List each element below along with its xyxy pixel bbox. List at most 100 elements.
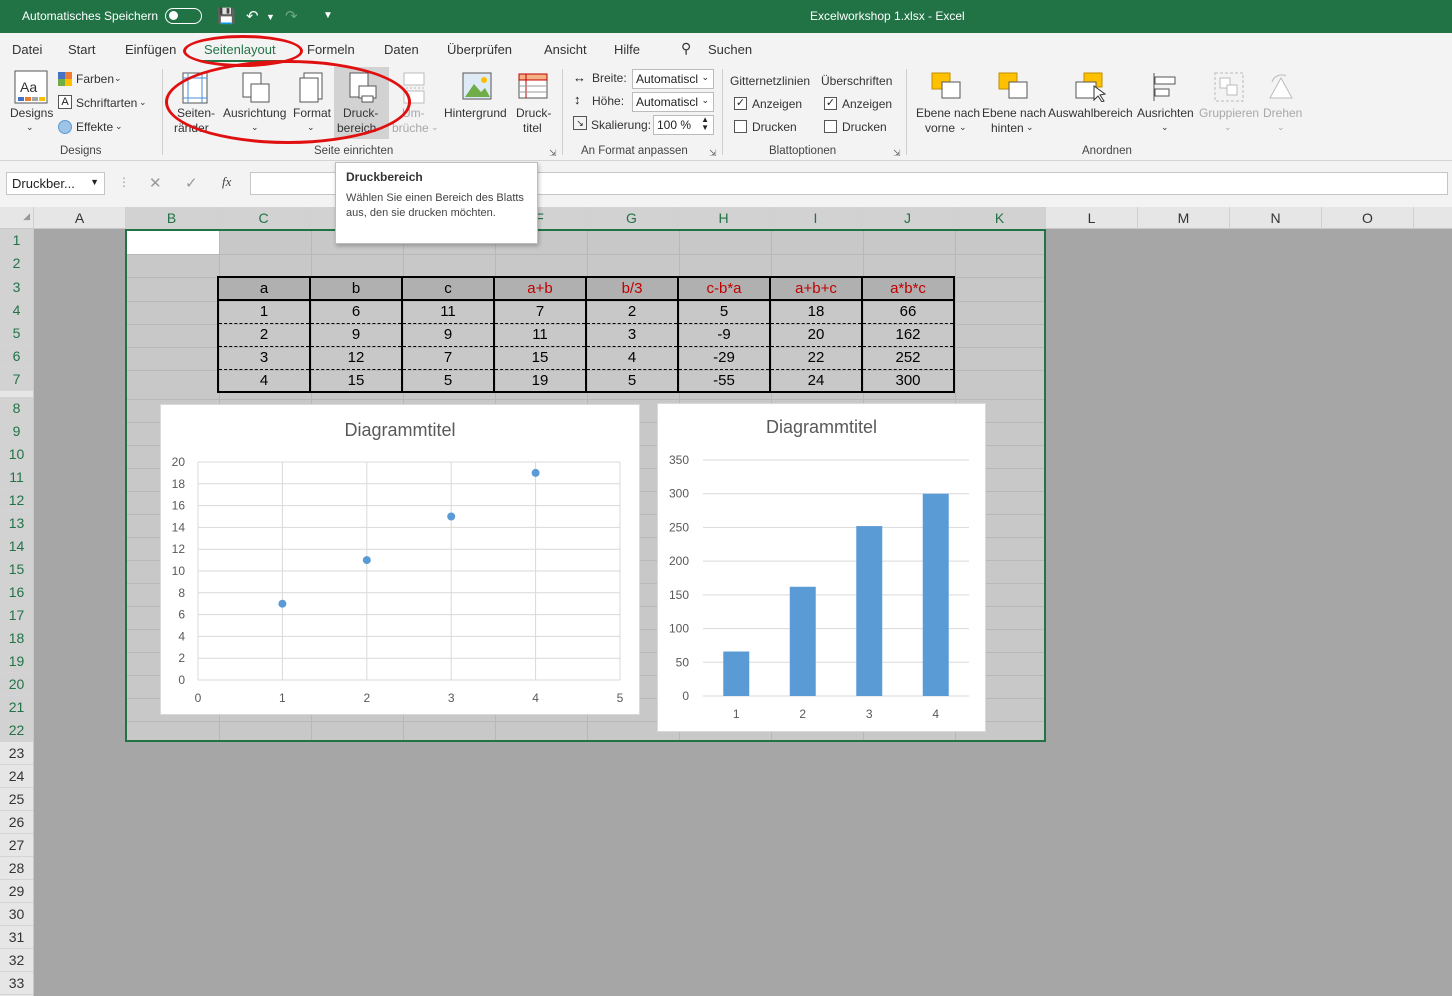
table-header-cell[interactable]: b	[309, 277, 402, 301]
gitternetz-drucken-checkbox[interactable]	[734, 120, 747, 133]
table-cell[interactable]: 18	[769, 300, 862, 324]
schriftarten-button[interactable]: Schriftarten	[76, 96, 137, 111]
row-header[interactable]: 24	[0, 765, 33, 788]
table-cell[interactable]: -29	[677, 346, 770, 370]
autosave-toggle[interactable]	[165, 8, 202, 24]
skalierung-spinner[interactable]: 100 % ▲ ▼	[653, 115, 714, 135]
ueberschriften-drucken-checkbox[interactable]	[824, 120, 837, 133]
table-cell[interactable]: 2	[217, 323, 310, 347]
print-titles-icon[interactable]	[518, 72, 550, 104]
hintergrund-button[interactable]: Hintergrund	[444, 106, 507, 121]
tab-ueberpruefen[interactable]: Überprüfen	[447, 42, 512, 57]
column-header[interactable]: H	[678, 207, 770, 229]
row-header[interactable]: 31	[0, 926, 33, 949]
table-cell[interactable]: 5	[677, 300, 770, 324]
tab-einfuegen[interactable]: Einfügen	[125, 42, 176, 57]
drucktitel-label-2[interactable]: titel	[523, 121, 542, 136]
table-header-cell[interactable]: a	[217, 277, 310, 301]
row-header[interactable]: 23	[0, 742, 33, 765]
table-header-cell[interactable]: a+b+c	[769, 277, 862, 301]
table-cell[interactable]: 9	[401, 323, 494, 347]
table-cell[interactable]: 7	[493, 300, 586, 324]
row-header[interactable]: 19	[0, 650, 33, 673]
table-cell[interactable]: 19	[493, 369, 586, 393]
table-cell[interactable]: 66	[861, 300, 954, 324]
bring-forward-icon[interactable]	[930, 72, 962, 102]
row-header[interactable]: 25	[0, 788, 33, 811]
table-cell[interactable]: 3	[217, 346, 310, 370]
ebene-hinten-label-2[interactable]: hinten	[991, 121, 1024, 136]
row-header[interactable]: 29	[0, 880, 33, 903]
active-cell[interactable]	[127, 231, 219, 254]
column-header[interactable]: I	[770, 207, 862, 229]
row-header[interactable]: 8	[0, 397, 33, 420]
row-header[interactable]: 13	[0, 512, 33, 535]
breite-select[interactable]: Automatiscl ⌄	[632, 69, 714, 89]
row-header[interactable]: 6	[0, 345, 33, 368]
seite-einrichten-launcher-icon[interactable]: ⇲	[549, 148, 557, 159]
column-header[interactable]: M	[1138, 207, 1230, 229]
table-cell[interactable]: 5	[401, 369, 494, 393]
blattoptionen-launcher-icon[interactable]: ⇲	[893, 148, 901, 159]
column-header[interactable]: A	[34, 207, 126, 229]
table-cell[interactable]: 12	[309, 346, 402, 370]
table-cell[interactable]: 15	[493, 346, 586, 370]
table-cell[interactable]: 20	[769, 323, 862, 347]
table-header-cell[interactable]: c-b*a	[677, 277, 770, 301]
designs-icon[interactable]: Aa	[14, 70, 48, 104]
row-header[interactable]: 33	[0, 972, 33, 995]
tab-start[interactable]: Start	[68, 42, 95, 57]
row-header[interactable]: 12	[0, 489, 33, 512]
an-format-launcher-icon[interactable]: ⇲	[709, 148, 717, 159]
table-cell[interactable]: 6	[309, 300, 402, 324]
table-cell[interactable]: 300	[861, 369, 954, 393]
table-cell[interactable]: 4	[585, 346, 678, 370]
column-header[interactable]: N	[1230, 207, 1322, 229]
row-header[interactable]: 5	[0, 322, 33, 345]
table-header-cell[interactable]: c	[401, 277, 494, 301]
background-icon[interactable]	[462, 72, 492, 102]
customize-quick-access-icon[interactable]: ▼	[323, 10, 333, 21]
name-box[interactable]: Druckber... ▼	[6, 172, 105, 195]
table-cell[interactable]: 11	[493, 323, 586, 347]
column-header[interactable]: G	[586, 207, 678, 229]
ebene-hinten-label-1[interactable]: Ebene nach	[982, 106, 1046, 121]
row-header[interactable]: 11	[0, 466, 33, 489]
row-header[interactable]: 1	[0, 229, 33, 252]
drucktitel-label-1[interactable]: Druck-	[516, 106, 551, 121]
row-header[interactable]: 7	[0, 368, 33, 391]
row-header[interactable]: 15	[0, 558, 33, 581]
table-cell[interactable]: 24	[769, 369, 862, 393]
row-header[interactable]: 4	[0, 299, 33, 322]
hoehe-select[interactable]: Automatiscl ⌄	[632, 92, 714, 112]
designs-button[interactable]: Designs	[10, 106, 53, 121]
formula-bar-splitter-icon[interactable]: ⋮	[118, 175, 130, 189]
selection-pane-icon[interactable]	[1074, 72, 1108, 102]
row-header[interactable]: 20	[0, 673, 33, 696]
row-header[interactable]: 21	[0, 696, 33, 719]
table-cell[interactable]: 22	[769, 346, 862, 370]
search-icon[interactable]: ⚲	[681, 40, 691, 57]
tab-ansicht[interactable]: Ansicht	[544, 42, 587, 57]
row-header[interactable]: 9	[0, 420, 33, 443]
column-header[interactable]: L	[1046, 207, 1138, 229]
row-header[interactable]: 10	[0, 443, 33, 466]
table-cell[interactable]: 9	[309, 323, 402, 347]
auswahlbereich-button[interactable]: Auswahlbereich	[1048, 106, 1133, 121]
table-cell[interactable]: -55	[677, 369, 770, 393]
undo-icon[interactable]: ↶	[246, 7, 259, 25]
table-cell[interactable]: 4	[217, 369, 310, 393]
scatter-chart[interactable]: Diagrammtitel 0 2 4 6 8 10 12 14 16 18 20 0 1 2 3 4 5	[160, 404, 640, 715]
table-header-cell[interactable]: b/3	[585, 277, 678, 301]
row-header[interactable]: 16	[0, 581, 33, 604]
send-backward-icon[interactable]	[997, 72, 1029, 102]
column-header[interactable]: C	[218, 207, 310, 229]
column-header[interactable]: O	[1322, 207, 1414, 229]
effekte-button[interactable]: Effekte	[76, 120, 113, 135]
table-cell[interactable]: 11	[401, 300, 494, 324]
table-cell[interactable]: 2	[585, 300, 678, 324]
ebene-vorne-label-2[interactable]: vorne	[925, 121, 955, 136]
row-header[interactable]: 3	[0, 275, 33, 299]
ebene-vorne-label-1[interactable]: Ebene nach	[916, 106, 980, 121]
table-header-cell[interactable]: a+b	[493, 277, 586, 301]
